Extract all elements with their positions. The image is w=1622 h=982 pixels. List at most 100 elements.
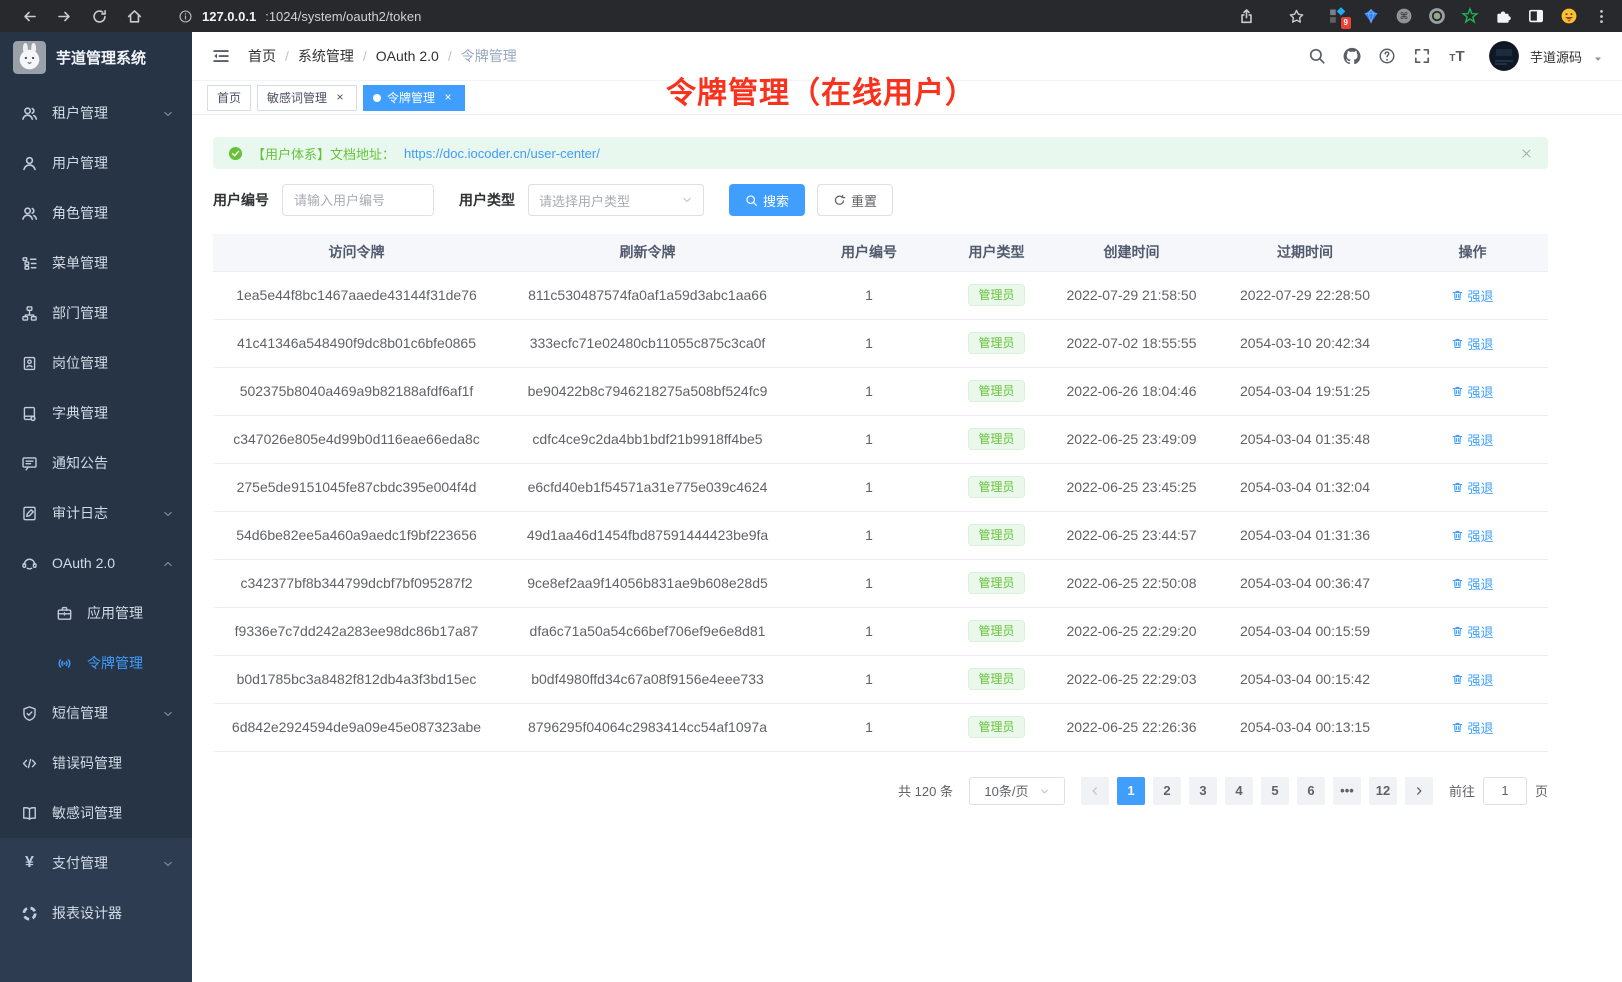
sidebar-item-oauth-app[interactable]: 应用管理 xyxy=(0,588,192,638)
action-cell: 强退 xyxy=(1397,463,1548,511)
url-host[interactable]: 127.0.0.1 xyxy=(202,9,256,24)
annotation-title: 令牌管理（在线用户） xyxy=(666,68,976,112)
help-icon[interactable] xyxy=(1378,47,1396,65)
tab-令牌管理[interactable]: 令牌管理× xyxy=(363,85,465,111)
force-logout-button[interactable]: 强退 xyxy=(1451,334,1493,353)
pager-page-4[interactable]: 4 xyxy=(1225,777,1253,805)
font-size-icon[interactable]: TT xyxy=(1448,47,1466,65)
extension-record-icon[interactable] xyxy=(1428,7,1446,25)
browser-menu-icon[interactable] xyxy=(1593,8,1610,25)
site-info-icon[interactable] xyxy=(178,9,193,24)
tab-首页[interactable]: 首页 xyxy=(207,85,251,111)
sidebar-item-user[interactable]: 用户管理 xyxy=(0,138,192,188)
extension-green-star-icon[interactable] xyxy=(1461,7,1479,25)
page-size-select[interactable]: 10条/页 xyxy=(969,777,1065,805)
sidebar-item-label: 错误码管理 xyxy=(52,753,174,773)
pager-page-1[interactable]: 1 xyxy=(1117,777,1145,805)
share-icon[interactable] xyxy=(1238,8,1255,25)
create-time-cell: 2022-06-25 23:44:57 xyxy=(1050,511,1213,559)
sidebar-collapse-icon[interactable] xyxy=(211,46,231,66)
browser-forward-icon[interactable] xyxy=(56,8,73,25)
pager-prev-button[interactable] xyxy=(1081,777,1109,805)
pager-ellipsis[interactable]: ••• xyxy=(1333,777,1361,805)
github-icon[interactable] xyxy=(1343,47,1361,65)
access-token-cell: 6d842e2924594de9a09e45e087323abe xyxy=(213,703,500,751)
alert-close-icon[interactable] xyxy=(1520,147,1533,160)
bookmark-star-icon[interactable] xyxy=(1288,8,1305,25)
extensions-puzzle-icon[interactable] xyxy=(1494,7,1512,25)
user-menu-caret-icon[interactable] xyxy=(1593,51,1603,61)
breadcrumb-item[interactable]: 系统管理 xyxy=(298,46,354,66)
user-id-cell: 1 xyxy=(795,415,943,463)
sidebar-item-oauth-token[interactable]: 令牌管理 xyxy=(0,638,192,688)
extension-gem-icon[interactable] xyxy=(1362,7,1380,25)
browser-back-icon[interactable] xyxy=(21,8,38,25)
pager-next-button[interactable] xyxy=(1405,777,1433,805)
sidebar-item-dept[interactable]: 部门管理 xyxy=(0,288,192,338)
force-logout-label: 强退 xyxy=(1467,478,1493,497)
expire-time-cell: 2054-03-04 00:13:15 xyxy=(1213,703,1397,751)
extension-grid-icon[interactable]: 9 xyxy=(1329,7,1347,25)
breadcrumb-separator: / xyxy=(448,48,452,64)
search-button[interactable]: 搜索 xyxy=(729,184,805,216)
column-header: 用户编号 xyxy=(795,234,943,271)
sidebar-item-report[interactable]: 报表设计器 xyxy=(0,888,192,938)
sidebar-item-oauth[interactable]: OAuth 2.0 xyxy=(0,538,192,588)
breadcrumb-item[interactable]: OAuth 2.0 xyxy=(376,48,439,64)
force-logout-button[interactable]: 强退 xyxy=(1451,526,1493,545)
expire-time-cell: 2054-03-04 01:35:48 xyxy=(1213,415,1397,463)
sidebar-item-errcode[interactable]: 错误码管理 xyxy=(0,738,192,788)
browser-url-bar[interactable]: 127.0.0.1 :1024/system/oauth2/token xyxy=(168,4,431,28)
force-logout-button[interactable]: 强退 xyxy=(1451,286,1493,305)
access-token-cell: c342377bf8b344799dcbf7bf095287f2 xyxy=(213,559,500,607)
search-icon[interactable] xyxy=(1308,47,1326,65)
force-logout-button[interactable]: 强退 xyxy=(1451,718,1493,737)
tab-敏感词管理[interactable]: 敏感词管理× xyxy=(257,85,357,111)
search-button-icon xyxy=(745,194,758,207)
goto-page-input[interactable] xyxy=(1483,777,1527,805)
user-type-select[interactable]: 请选择用户类型 xyxy=(528,184,704,216)
sidebar-item-audit[interactable]: 审计日志 xyxy=(0,488,192,538)
user-id-input[interactable] xyxy=(282,184,434,216)
pager-page-12[interactable]: 12 xyxy=(1369,777,1397,805)
fullscreen-icon[interactable] xyxy=(1413,47,1431,65)
profile-emoji-icon[interactable] xyxy=(1560,7,1578,25)
sidebar-item-dict[interactable]: 字典管理 xyxy=(0,388,192,438)
pager-page-6[interactable]: 6 xyxy=(1297,777,1325,805)
side-panel-icon[interactable] xyxy=(1527,7,1545,25)
browser-home-icon[interactable] xyxy=(126,8,143,25)
sidebar-item-tenant[interactable]: 租户管理 xyxy=(0,88,192,138)
sidebar-item-role[interactable]: 角色管理 xyxy=(0,188,192,238)
force-logout-button[interactable]: 强退 xyxy=(1451,574,1493,593)
sidebar-item-pay[interactable]: ¥支付管理 xyxy=(0,838,192,888)
tab-close-icon[interactable]: × xyxy=(441,91,455,105)
tab-close-icon[interactable]: × xyxy=(333,91,347,105)
sidebar-item-sensitive[interactable]: 敏感词管理 xyxy=(0,788,192,838)
expire-time-cell: 2054-03-10 20:42:34 xyxy=(1213,319,1397,367)
alert-doc-link[interactable]: https://doc.iocoder.cn/user-center/ xyxy=(404,146,600,161)
browser-reload-icon[interactable] xyxy=(91,8,108,25)
force-logout-button[interactable]: 强退 xyxy=(1451,430,1493,449)
user-avatar[interactable] xyxy=(1489,41,1519,71)
force-logout-button[interactable]: 强退 xyxy=(1451,478,1493,497)
pager-page-2[interactable]: 2 xyxy=(1153,777,1181,805)
force-logout-button[interactable]: 强退 xyxy=(1451,382,1493,401)
pager-page-5[interactable]: 5 xyxy=(1261,777,1289,805)
reset-button[interactable]: 重置 xyxy=(817,184,893,216)
sidebar-item-sms[interactable]: 短信管理 xyxy=(0,688,192,738)
url-path[interactable]: :1024/system/oauth2/token xyxy=(265,9,421,24)
force-logout-button[interactable]: 强退 xyxy=(1451,670,1493,689)
user-menu-name[interactable]: 芋道源码 xyxy=(1530,47,1582,66)
sidebar-item-notice[interactable]: 通知公告 xyxy=(0,438,192,488)
audit-log-icon xyxy=(21,505,38,522)
breadcrumb-item[interactable]: 首页 xyxy=(248,46,276,66)
app-logo-row[interactable]: 芋道管理系统 xyxy=(0,32,192,82)
sidebar-item-menu[interactable]: 菜单管理 xyxy=(0,238,192,288)
table-header-row: 访问令牌刷新令牌用户编号用户类型创建时间过期时间操作 xyxy=(213,234,1548,271)
pager-page-3[interactable]: 3 xyxy=(1189,777,1217,805)
force-logout-button[interactable]: 强退 xyxy=(1451,622,1493,641)
user-id-cell: 1 xyxy=(795,559,943,607)
arrow-left-icon xyxy=(1089,785,1101,797)
extension-command-icon[interactable]: ⌘ xyxy=(1395,7,1413,25)
sidebar-item-post[interactable]: 岗位管理 xyxy=(0,338,192,388)
